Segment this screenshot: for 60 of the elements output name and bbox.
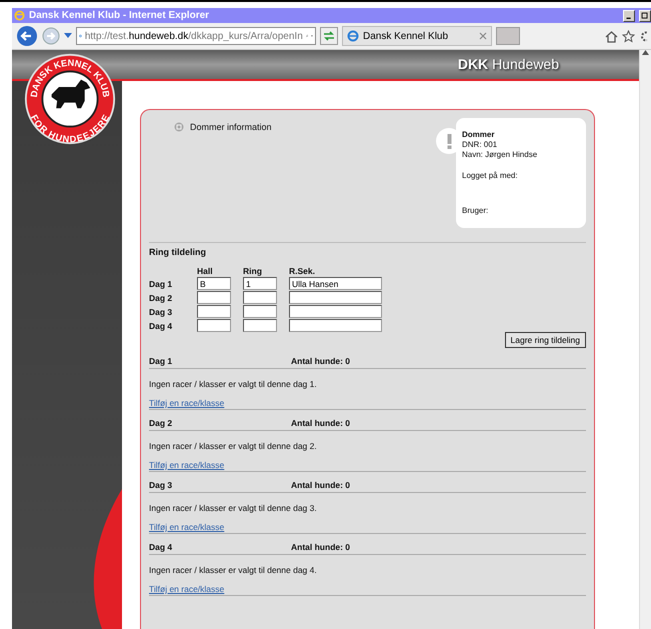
hall-field[interactable]: B [197, 277, 231, 290]
close-icon[interactable] [479, 32, 487, 40]
settings-icon[interactable] [639, 30, 647, 42]
empty-message: Ingen racer / klasser er valgt til denne dag 2. [149, 441, 318, 451]
ring-field[interactable] [243, 305, 277, 318]
ring-field[interactable] [243, 319, 277, 332]
dog-count: Antal hunde: 0 [291, 480, 350, 490]
card-line: Navn: Jørgen Hindse [462, 150, 538, 160]
day-title: Dag 2 [149, 418, 174, 428]
row-label: Dag 3 [149, 306, 174, 316]
scrollbar[interactable] [639, 50, 651, 629]
minimize-button[interactable] [623, 10, 635, 22]
hall-field[interactable] [197, 305, 231, 318]
column-header: Hall [197, 266, 214, 276]
row-label: Dag 1 [149, 278, 174, 288]
ring-field[interactable]: 1 [243, 277, 277, 290]
secretary-field[interactable] [289, 319, 382, 332]
browser-tab[interactable]: Dansk Kennel Klub [342, 26, 492, 46]
hall-field[interactable] [197, 319, 231, 332]
add-link[interactable]: Tilføj en race/klasse [149, 522, 224, 532]
dog-count: Antal hunde: 0 [291, 418, 350, 428]
column-header: Ring [243, 266, 263, 276]
refresh-icon[interactable] [320, 27, 338, 45]
empty-message: Ingen racer / klasser er valgt til denne dag 1. [149, 379, 318, 389]
dog-count: Antal hunde: 0 [291, 542, 350, 552]
day-title: Dag 1 [149, 356, 174, 366]
empty-message: Ingen racer / klasser er valgt til denne dag 3. [149, 503, 318, 513]
window-title: Dansk Kennel Klub - Internet Explorer [29, 10, 210, 21]
add-link[interactable]: Tilføj en race/klasse [149, 398, 224, 408]
browser-logo-icon [14, 10, 25, 21]
card-line: Bruger: [462, 206, 490, 216]
address-bar[interactable]: http://test.hundeweb.dk/dkkapp_kurs/Arra/openIn [76, 27, 316, 45]
section-title: Dommer information [190, 122, 272, 132]
exclamation-icon [446, 134, 452, 148]
maximize-button[interactable] [639, 10, 651, 22]
column-header: R.Sek. [289, 266, 316, 276]
ring-title: Ring tildeling [149, 247, 206, 257]
hall-field[interactable] [197, 291, 231, 304]
site-title: DKK Hundeweb [458, 56, 559, 74]
ring-field[interactable] [243, 291, 277, 304]
day-title: Dag 3 [149, 480, 174, 490]
row-label: Dag 4 [149, 320, 174, 330]
circle-icon [174, 122, 184, 132]
secretary-field[interactable] [289, 291, 382, 304]
add-link[interactable]: Tilføj en race/klasse [149, 584, 224, 594]
card-line: Logget på med: [462, 171, 519, 181]
day-title: Dag 4 [149, 542, 174, 552]
card-heading: Dommer [462, 130, 496, 140]
secretary-field[interactable] [289, 305, 382, 318]
add-link[interactable]: Tilføj en race/klasse [149, 460, 224, 470]
save-button[interactable]: Lagre ring tildeling [504, 332, 586, 348]
back-icon[interactable] [16, 25, 38, 47]
secretary-field[interactable]: Ulla Hansen [289, 277, 382, 290]
dog-count: Antal hunde: 0 [291, 356, 350, 366]
home-icon[interactable] [605, 30, 618, 42]
card-line: DNR: 001 [462, 140, 498, 150]
empty-message: Ingen racer / klasser er valgt til denne dag 4. [149, 565, 318, 575]
row-label: Dag 2 [149, 292, 174, 302]
star-icon[interactable] [622, 30, 635, 42]
browser-logo-icon [347, 30, 359, 42]
